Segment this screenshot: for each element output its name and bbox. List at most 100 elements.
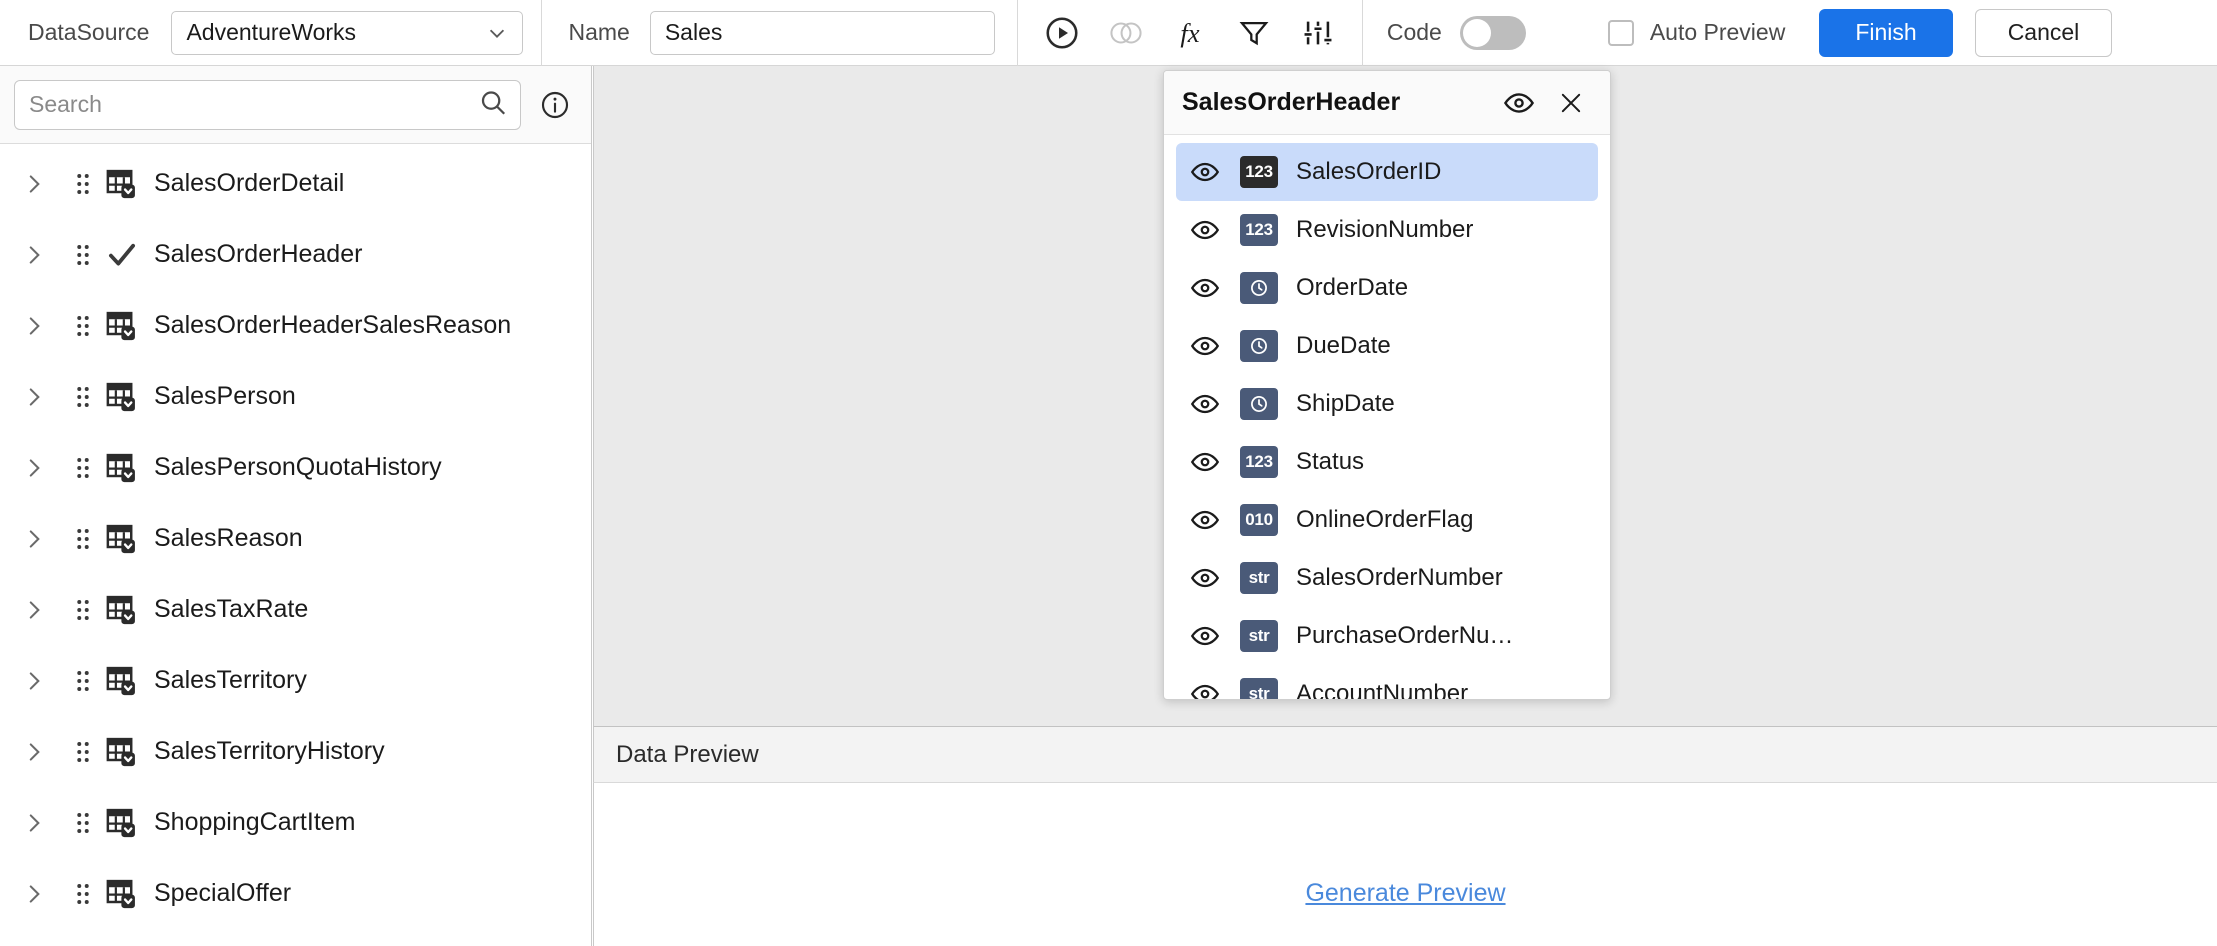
field-list-item[interactable]: str AccountNumber <box>1176 665 1598 699</box>
check-icon[interactable] <box>102 239 142 271</box>
drag-grip-icon[interactable] <box>68 313 98 339</box>
search-field-wrapper[interactable] <box>14 79 521 130</box>
table-dropdown-icon[interactable] <box>102 665 142 697</box>
close-x-icon[interactable] <box>1550 82 1592 124</box>
drag-grip-glyph <box>77 741 89 762</box>
eye-visibility-icon[interactable] <box>1188 215 1222 245</box>
generate-preview-link[interactable]: Generate Preview <box>1305 879 1505 908</box>
table-dropdown-icon[interactable] <box>102 452 142 484</box>
table-tree-item[interactable]: SalesOrderDetail <box>0 148 591 219</box>
name-group: Name <box>542 0 1016 66</box>
drag-grip-icon[interactable] <box>68 810 98 836</box>
table-dropdown-glyph <box>106 737 135 766</box>
sliders-settings-icon[interactable] <box>1292 7 1344 59</box>
eye-visibility-icon[interactable] <box>1188 679 1222 699</box>
drag-grip-glyph <box>77 244 89 265</box>
filter-funnel-icon[interactable] <box>1228 7 1280 59</box>
drag-grip-icon[interactable] <box>68 171 98 197</box>
chevron-right-icon[interactable] <box>16 526 52 552</box>
table-tree-item[interactable]: SalesPerson <box>0 361 591 432</box>
table-dropdown-icon[interactable] <box>102 594 142 626</box>
chevron-right-icon[interactable] <box>16 810 52 836</box>
search-input[interactable] <box>15 80 520 129</box>
eye-visibility-icon[interactable] <box>1188 157 1222 187</box>
chevron-right-glyph <box>29 813 40 832</box>
table-tree-item[interactable]: SalesReason <box>0 503 591 574</box>
code-toggle[interactable] <box>1459 15 1526 50</box>
field-type-badge: str <box>1240 678 1278 699</box>
field-name-label: PurchaseOrderNu… <box>1296 622 1514 649</box>
table-tree-item[interactable]: SpecialOffer <box>0 858 591 929</box>
field-list-item[interactable]: ShipDate <box>1176 375 1598 433</box>
name-input[interactable] <box>649 10 995 55</box>
chevron-right-icon[interactable] <box>16 597 52 623</box>
chevron-right-glyph <box>29 529 40 548</box>
drag-grip-icon[interactable] <box>68 881 98 907</box>
table-tree-item[interactable]: ShoppingCartItem <box>0 787 591 858</box>
table-tree-item[interactable]: SalesPersonQuotaHistory <box>0 432 591 503</box>
join-venn-icon[interactable] <box>1100 7 1152 59</box>
eye-visibility-icon[interactable] <box>1188 563 1222 593</box>
table-tree-item[interactable]: SalesTaxRate <box>0 574 591 645</box>
run-play-icon[interactable] <box>1036 7 1088 59</box>
eye-visibility-icon[interactable] <box>1188 447 1222 477</box>
datasource-select[interactable]: AdventureWorks <box>171 10 524 55</box>
drag-grip-icon[interactable] <box>68 242 98 268</box>
auto-preview-checkbox[interactable] <box>1607 19 1634 46</box>
eye-visibility-icon[interactable] <box>1498 82 1540 124</box>
cancel-button[interactable]: Cancel <box>1974 8 2113 57</box>
table-tree-item[interactable]: SalesTerritory <box>0 645 591 716</box>
chevron-right-icon[interactable] <box>16 739 52 765</box>
table-dropdown-icon[interactable] <box>102 523 142 555</box>
field-panel-header: SalesOrderHeader <box>1164 71 1610 135</box>
drag-grip-icon[interactable] <box>68 384 98 410</box>
eye-visibility-icon[interactable] <box>1188 273 1222 303</box>
table-dropdown-icon[interactable] <box>102 168 142 200</box>
table-tree-item-label: SalesOrderDetail <box>154 169 345 197</box>
field-list-item[interactable]: DueDate <box>1176 317 1598 375</box>
chevron-right-icon[interactable] <box>16 384 52 410</box>
eye-visibility-icon[interactable] <box>1188 621 1222 651</box>
field-list-item[interactable]: str SalesOrderNumber <box>1176 549 1598 607</box>
table-dropdown-icon[interactable] <box>102 310 142 342</box>
chevron-right-icon[interactable] <box>16 881 52 907</box>
chevron-right-icon[interactable] <box>16 313 52 339</box>
field-list-item[interactable]: 010 OnlineOrderFlag <box>1176 491 1598 549</box>
chevron-right-icon[interactable] <box>16 242 52 268</box>
run-play-glyph <box>1046 16 1078 49</box>
field-list-item[interactable]: OrderDate <box>1176 259 1598 317</box>
drag-grip-icon[interactable] <box>68 455 98 481</box>
field-list-item[interactable]: str PurchaseOrderNu… <box>1176 607 1598 665</box>
drag-grip-icon[interactable] <box>68 668 98 694</box>
field-list-item[interactable]: 123 RevisionNumber <box>1176 201 1598 259</box>
field-list-item[interactable]: 123 Status <box>1176 433 1598 491</box>
eye-visibility-icon[interactable] <box>1188 389 1222 419</box>
table-dropdown-icon[interactable] <box>102 807 142 839</box>
field-list-item[interactable]: 123 SalesOrderID <box>1176 143 1598 201</box>
table-tree-item[interactable]: SalesOrderHeaderSalesReason <box>0 290 591 361</box>
chevron-right-icon[interactable] <box>16 171 52 197</box>
info-circle-icon[interactable] <box>533 89 577 121</box>
fx-function-icon[interactable]: fx <box>1164 7 1216 59</box>
eye-visibility-icon[interactable] <box>1188 331 1222 361</box>
table-dropdown-icon[interactable] <box>102 878 142 910</box>
table-tree-item-label: ShoppingCartItem <box>154 808 356 836</box>
finish-button[interactable]: Finish <box>1819 8 1953 57</box>
chevron-right-glyph <box>29 245 40 264</box>
drag-grip-icon[interactable] <box>68 597 98 623</box>
table-dropdown-icon[interactable] <box>102 736 142 768</box>
eye-visibility-glyph <box>1190 510 1220 530</box>
chevron-right-icon[interactable] <box>16 455 52 481</box>
chevron-right-icon[interactable] <box>16 668 52 694</box>
eye-visibility-icon[interactable] <box>1188 505 1222 535</box>
join-venn-glyph <box>1110 21 1142 44</box>
confirm-buttons-group: Finish Cancel <box>1819 0 2140 66</box>
search-icon[interactable] <box>478 87 508 122</box>
drag-grip-icon[interactable] <box>68 526 98 552</box>
table-dropdown-icon[interactable] <box>102 381 142 413</box>
table-tree-item[interactable]: SalesTerritoryHistory <box>0 716 591 787</box>
drag-grip-glyph <box>77 670 89 691</box>
drag-grip-icon[interactable] <box>68 739 98 765</box>
table-tree-item[interactable]: SalesOrderHeader <box>0 219 591 290</box>
search-glyph <box>481 90 506 115</box>
